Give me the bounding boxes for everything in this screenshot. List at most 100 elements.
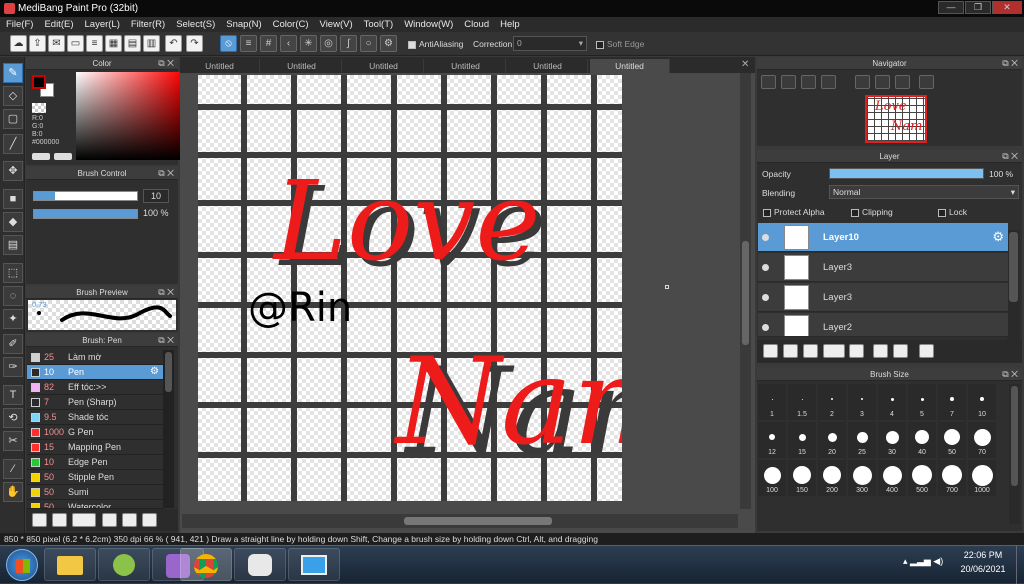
divide-tool-icon[interactable]: ⟲ [3,408,23,428]
navigator-thumbnail[interactable]: Love Nam [865,95,927,143]
maximize-button[interactable]: ❐ [965,1,991,14]
new-layer-icon[interactable] [763,344,778,358]
brush-item[interactable]: 50 Sumi [27,485,163,500]
panel-menu-icon[interactable]: ⧉ ✕ [158,167,174,180]
layer-opacity-slider[interactable] [829,168,984,179]
brush-size-option[interactable]: 700 [938,460,966,496]
brush-size-option[interactable]: 12 [758,422,786,458]
brush-item[interactable]: 10 Edge Pen [27,455,163,470]
material-icon[interactable]: ▤ [124,35,141,52]
antialiasing-checkbox[interactable] [408,40,416,49]
eyedropper-icon[interactable]: ⁄ [3,459,23,479]
brush-size-option[interactable]: 300 [848,460,876,496]
tab-untitled-4[interactable]: Untitled [426,59,506,73]
flip-icon[interactable] [919,75,934,89]
chrome-taskbar-icon[interactable] [180,548,232,581]
brush-size-option[interactable]: 5 [908,384,936,420]
select-pen-icon[interactable]: ✐ [3,334,23,354]
brush-size-option[interactable]: 1 [758,384,786,420]
move-tool-icon[interactable]: ✥ [3,161,23,181]
layer-row[interactable]: Layer10 ⚙ [758,223,1008,252]
brush-size-option[interactable]: 70 [968,422,996,458]
layer-list-scrollbar[interactable] [1007,230,1020,340]
zoom-out-icon[interactable] [781,75,796,89]
brush-size-option[interactable]: 4 [878,384,906,420]
layer-row[interactable]: Layer3 [758,253,1008,282]
brush-item[interactable]: 50 Watercolor [27,500,163,509]
add-layer-menu-icon[interactable] [823,344,845,358]
lock-checkbox[interactable] [938,208,946,217]
folder-icon[interactable] [102,513,117,527]
scroll-thumb[interactable] [165,352,172,392]
brush-size-option[interactable]: 2 [818,384,846,420]
menu-cloud[interactable]: Cloud [464,17,489,32]
scroll-thumb[interactable] [404,517,552,525]
select-eraser-icon[interactable]: ✑ [3,357,23,377]
duplicate-brush-icon[interactable] [122,513,137,527]
brush-item[interactable]: 25 Làm mờ [27,350,163,365]
tab-untitled-5[interactable]: Untitled [508,59,588,73]
parallel-snap-icon[interactable]: ≡ [240,35,257,52]
scroll-thumb[interactable] [1009,232,1018,302]
menu-color[interactable]: Color(C) [273,17,309,32]
tab-untitled-6[interactable]: Untitled [590,59,670,73]
visibility-eye-icon[interactable] [762,294,769,301]
grid-icon[interactable]: ▦ [105,35,122,52]
clipping-checkbox[interactable] [851,208,859,217]
blending-dropdown[interactable]: Normal ▾ [829,185,1019,199]
menu-file[interactable]: File(F) [6,17,33,32]
show-desktop-button[interactable] [1016,546,1024,584]
edge-tool-icon[interactable]: ✂ [3,431,23,451]
delete-layer-icon[interactable] [919,344,934,358]
panel-menu-icon[interactable]: ⧉ ✕ [158,334,174,347]
canvas-vertical-scrollbar[interactable] [740,73,751,509]
cross-snap-icon[interactable]: # [260,35,277,52]
brush-size-slider[interactable] [33,191,138,201]
scroll-thumb[interactable] [742,241,749,345]
upload-icon[interactable]: ⇪ [29,35,46,52]
brush-item[interactable]: 82 Eff tóc:>> [27,380,163,395]
eraser-tool-icon[interactable]: ◇ [3,86,23,106]
gradient-tool-icon[interactable]: ▤ [3,235,23,255]
brush-size-option[interactable]: 40 [908,422,936,458]
tray-icons[interactable]: ▴ ▂▃▅ ◀) [903,556,943,567]
color-saturation-picker[interactable] [76,72,182,160]
rotate-right-icon[interactable] [895,75,910,89]
menu-view[interactable]: View(V) [320,17,353,32]
transparent-swatch[interactable] [32,103,46,113]
fill-rect-icon[interactable]: ■ [3,189,23,209]
panel-menu-icon[interactable]: ⧉ ✕ [1002,368,1018,381]
visibility-eye-icon[interactable] [762,324,769,331]
brush-size-value[interactable]: 10 [143,189,169,203]
text-tool-icon[interactable]: T [3,385,23,405]
rotate-left-icon[interactable] [855,75,870,89]
visibility-eye-icon[interactable] [762,264,769,271]
brush-menu-icon[interactable] [72,513,96,527]
brush-size-option[interactable]: 25 [848,422,876,458]
brush-size-option[interactable]: 400 [878,460,906,496]
menu-help[interactable]: Help [500,17,520,32]
color-mode-button[interactable] [32,153,50,160]
menu-window[interactable]: Window(W) [404,17,453,32]
brush-item[interactable]: 10 Pen ⚙ [27,365,163,380]
menu-layer[interactable]: Layer(L) [85,17,120,32]
photos-taskbar-icon[interactable] [288,548,340,581]
brush-item[interactable]: 7 Pen (Sharp) [27,395,163,410]
brush-size-option[interactable]: 7 [938,384,966,420]
visibility-eye-icon[interactable] [762,234,769,241]
foreground-color-swatch[interactable] [32,75,46,89]
brush-size-option[interactable]: 200 [818,460,846,496]
reset-rotation-icon[interactable] [875,75,890,89]
brush-size-option[interactable]: 15 [788,422,816,458]
panel-menu-icon[interactable]: ⧉ ✕ [158,57,174,70]
layer-row[interactable]: Layer2 [758,313,1008,337]
color-eyedrop-button[interactable] [54,153,72,160]
magic-wand-icon[interactable]: ✦ [3,309,23,329]
layer-row[interactable]: Layer3 [758,283,1008,312]
start-button[interactable] [6,549,38,581]
hand-tool-icon[interactable]: ✋ [3,482,23,502]
panel-icon[interactable]: ▥ [143,35,160,52]
new-8bit-layer-icon[interactable] [803,344,818,358]
brush-item[interactable]: 1000 G Pen [27,425,163,440]
tab-untitled-3[interactable]: Untitled [344,59,424,73]
